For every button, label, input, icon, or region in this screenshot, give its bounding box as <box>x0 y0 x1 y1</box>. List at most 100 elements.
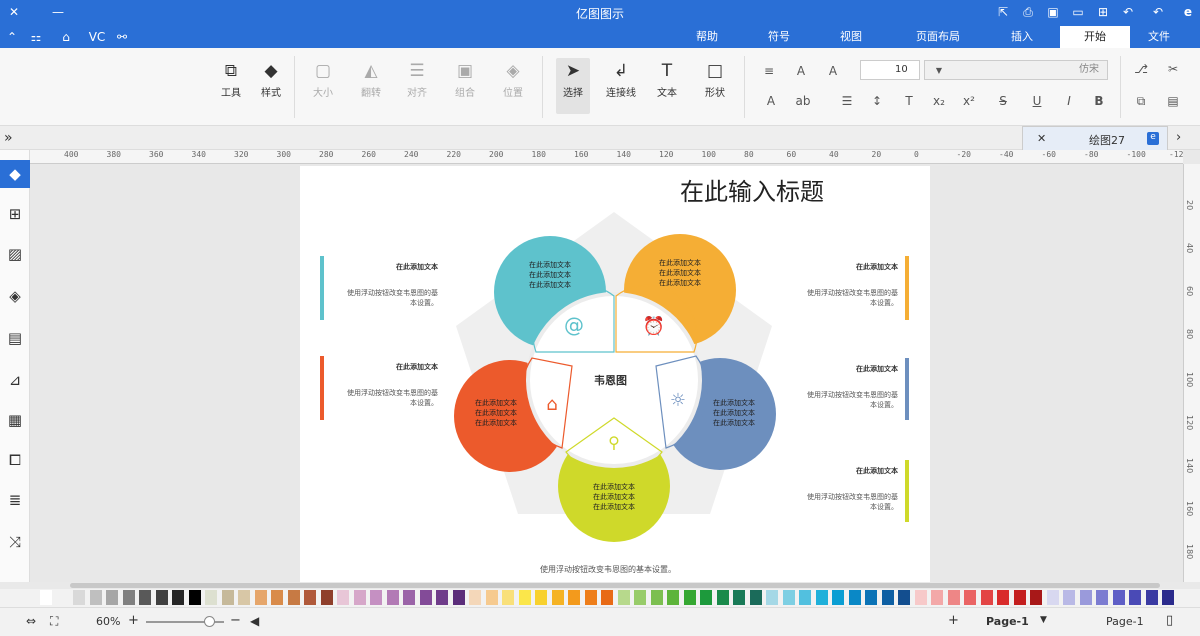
align-list-icon[interactable]: ≡ <box>760 62 778 80</box>
share-icon[interactable]: ⚯ <box>114 29 130 45</box>
apps-icon[interactable]: ⚏ <box>28 29 44 45</box>
add-page-icon[interactable]: + <box>948 613 959 628</box>
select-button[interactable]: ➤ 选择 <box>556 58 590 114</box>
color-swatch[interactable] <box>436 590 448 605</box>
petal-text-teal[interactable]: 在此添加文本 在此添加文本 在此添加文本 <box>522 260 578 290</box>
color-swatch[interactable] <box>502 590 514 605</box>
tab-help[interactable]: 帮助 <box>690 26 724 48</box>
fit-width-icon[interactable]: ⇔ <box>26 614 36 628</box>
color-swatch[interactable] <box>139 590 151 605</box>
color-swatch[interactable] <box>535 590 547 605</box>
color-swatch[interactable] <box>964 590 976 605</box>
chevron-down-icon[interactable]: ▼ <box>930 62 948 80</box>
color-swatch[interactable] <box>188 590 201 605</box>
font-size-select[interactable]: 10 <box>860 60 920 80</box>
side-note-teal[interactable]: 在此添加文本 使用浮动按钮改变韦恩图的基 本设置。 <box>330 262 438 308</box>
color-swatch[interactable] <box>403 590 415 605</box>
color-swatch[interactable] <box>881 590 894 605</box>
petal-text-red[interactable]: 在此添加文本 在此添加文本 在此添加文本 <box>468 398 524 428</box>
group-button[interactable]: ▣ 组合 <box>448 58 482 114</box>
color-swatch[interactable] <box>353 590 366 605</box>
tab-insert[interactable]: 插入 <box>1005 26 1039 48</box>
grid-icon[interactable]: ⊞ <box>5 204 25 224</box>
connector-button[interactable]: ↲ 连接线 <box>604 58 638 114</box>
color-swatch[interactable] <box>485 590 498 605</box>
format-painter-icon[interactable]: ⎇ <box>1132 60 1150 78</box>
text-button[interactable]: T 文本 <box>650 58 684 114</box>
color-swatch[interactable] <box>568 590 580 605</box>
color-swatch[interactable] <box>1145 590 1158 605</box>
color-swatch[interactable] <box>370 590 382 605</box>
color-swatch[interactable] <box>1162 590 1174 605</box>
color-swatch[interactable] <box>1063 590 1075 605</box>
color-swatch[interactable] <box>1013 590 1026 605</box>
image-icon[interactable]: ▨ <box>5 244 25 264</box>
tab-file[interactable]: 文件 <box>1142 26 1176 48</box>
tab-home[interactable]: 开始 <box>1060 26 1130 48</box>
fill-icon[interactable]: ◆ <box>0 160 30 188</box>
color-swatch[interactable] <box>650 590 663 605</box>
horizontal-scrollbar[interactable] <box>70 583 1160 588</box>
color-swatch[interactable] <box>584 590 597 605</box>
case-icon[interactable]: ab <box>794 92 812 110</box>
panel-toggle-icon[interactable]: ▯ <box>1166 613 1173 628</box>
collapse-icon[interactable]: ⌃ <box>4 29 20 45</box>
side-note-red[interactable]: 在此添加文本 使用浮动按钮改变韦恩图的基 本设置。 <box>330 362 438 408</box>
color-swatch[interactable] <box>106 590 118 605</box>
color-swatch[interactable] <box>271 590 283 605</box>
color-swatch[interactable] <box>172 590 184 605</box>
center-label[interactable]: 韦恩图 <box>594 372 627 388</box>
page-select[interactable]: Page-1 <box>1106 615 1144 628</box>
color-swatch[interactable] <box>997 590 1009 605</box>
style-button[interactable]: ◆ 样式 <box>254 58 288 114</box>
color-swatch[interactable] <box>617 590 630 605</box>
side-note-blue[interactable]: 在此添加文本 使用浮动按钮改变韦恩图的基 本设置。 <box>790 364 898 410</box>
align-button[interactable]: ☰ 对齐 <box>400 58 434 114</box>
font-name-select[interactable]: 仿宋 <box>924 60 1108 80</box>
color-swatch[interactable] <box>320 590 333 605</box>
superscript-icon[interactable]: x² <box>960 92 978 110</box>
color-swatch[interactable] <box>155 590 168 605</box>
diagram-footer[interactable]: 使用浮动按钮改变韦恩图的基本设置。 <box>540 564 676 575</box>
color-swatch[interactable] <box>89 590 102 605</box>
line-spacing-icon[interactable]: ↕ <box>868 92 886 110</box>
expand-panel-icon[interactable]: » <box>4 130 13 146</box>
table-icon[interactable]: ▦ <box>5 410 25 430</box>
shirt-icon[interactable]: ⌂ <box>58 29 74 45</box>
chart-icon[interactable]: ⊿ <box>5 370 25 390</box>
color-swatch[interactable] <box>205 590 217 605</box>
fullscreen-icon[interactable]: ⛶ <box>50 614 58 629</box>
color-swatch[interactable] <box>122 590 135 605</box>
color-swatch[interactable] <box>683 590 696 605</box>
zoom-slider-thumb[interactable] <box>204 616 215 627</box>
color-swatch[interactable] <box>749 590 762 605</box>
font-grow-icon[interactable]: A <box>792 62 810 80</box>
tab-scroll-icon[interactable]: › <box>1176 130 1181 145</box>
shuffle-icon[interactable]: ⤨ <box>5 532 25 552</box>
color-swatch[interactable] <box>73 590 85 605</box>
strikethrough-icon[interactable]: S <box>994 92 1012 110</box>
color-swatch[interactable] <box>1046 590 1059 605</box>
color-swatch[interactable] <box>1079 590 1092 605</box>
color-swatch[interactable] <box>221 590 234 605</box>
position-button[interactable]: ◈ 位置 <box>496 58 530 114</box>
color-swatch[interactable] <box>766 590 778 605</box>
color-swatch[interactable] <box>865 590 877 605</box>
color-swatch[interactable] <box>337 590 349 605</box>
page-icon[interactable]: ▤ <box>5 328 25 348</box>
zoom-in-icon[interactable]: + <box>128 613 139 628</box>
zoom-out-icon[interactable]: − <box>230 613 241 628</box>
color-swatch[interactable] <box>601 590 613 605</box>
spacing-icon[interactable]: ☰ <box>838 92 856 110</box>
page-chevron-icon[interactable]: ▼ <box>1040 615 1047 625</box>
font-color-icon[interactable]: A <box>762 92 780 110</box>
text-style-icon[interactable]: T <box>900 92 918 110</box>
color-swatch[interactable] <box>667 590 679 605</box>
layers-panel-icon[interactable]: ◈ <box>5 286 25 306</box>
close-tab-icon[interactable]: ✕ <box>1037 132 1046 145</box>
color-swatch[interactable] <box>799 590 811 605</box>
color-swatch[interactable] <box>287 590 300 605</box>
color-swatch[interactable] <box>980 590 993 605</box>
color-swatch[interactable] <box>238 590 250 605</box>
color-swatch[interactable] <box>815 590 828 605</box>
